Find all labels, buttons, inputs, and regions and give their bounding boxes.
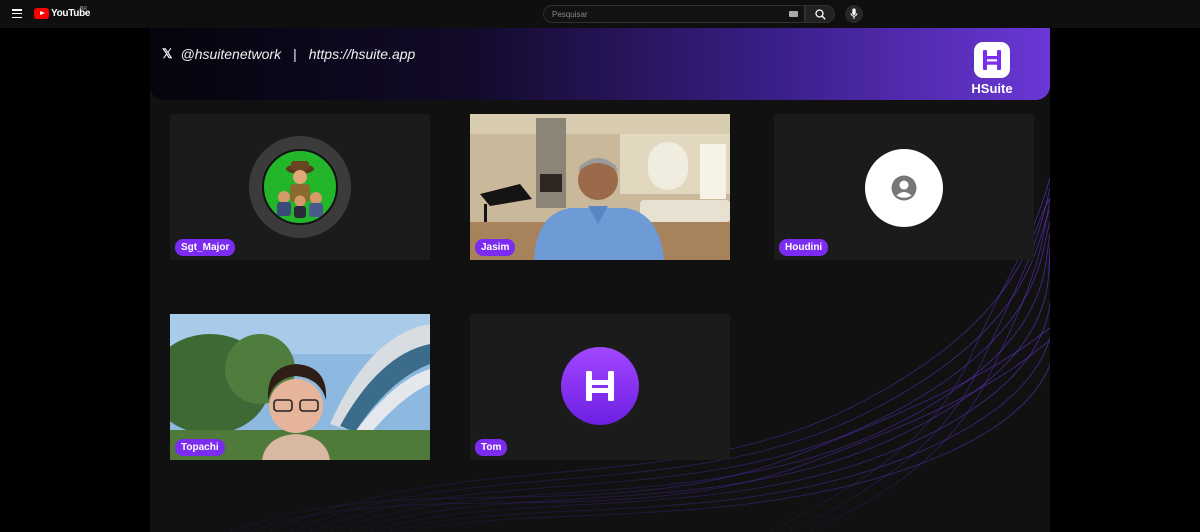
x-handle: @hsuitenetwork [180, 46, 282, 62]
x-logo-icon: 𝕏 [162, 46, 173, 61]
hsuite-banner: 𝕏 @hsuitenetwork | https://hsuite.app HS… [150, 28, 1050, 100]
cartoon-avatar-image [262, 149, 338, 225]
region-code: BR [80, 6, 87, 12]
voice-search-button[interactable] [845, 5, 863, 23]
hsuite-logo-icon [974, 42, 1010, 78]
hsuite-logo-icon [586, 371, 614, 401]
participant-tile-jasim[interactable]: Jasim [470, 114, 730, 260]
search-input[interactable] [552, 8, 782, 20]
hsuite-avatar [561, 347, 639, 425]
participant-tile-tom[interactable]: Tom [470, 314, 730, 460]
search-box [543, 5, 805, 23]
default-avatar [865, 149, 943, 227]
youtube-play-icon [34, 8, 49, 19]
video-stage[interactable]: 𝕏 @hsuitenetwork | https://hsuite.app HS… [150, 28, 1050, 532]
participant-tile-houdini[interactable]: Houdini [774, 114, 1034, 260]
participant-name-badge: Tom [475, 439, 508, 456]
hsuite-brand: HSuite [971, 42, 1013, 96]
avatar [249, 136, 351, 238]
microphone-icon [850, 8, 858, 19]
separator: | [293, 46, 297, 62]
participant-tile-sgt-major[interactable]: Sgt_Major [170, 114, 430, 260]
participant-name-badge: Sgt_Major [175, 239, 236, 256]
menu-icon[interactable] [12, 9, 22, 18]
website-url: https://hsuite.app [308, 46, 416, 62]
participant-name-badge: Topachi [175, 439, 225, 456]
user-icon [891, 175, 917, 201]
keyboard-icon[interactable] [789, 11, 798, 17]
youtube-top-bar: YouTube BR [0, 0, 1200, 28]
search-icon [815, 9, 826, 20]
webcam-video-living-room [470, 114, 730, 260]
participant-name-badge: Houdini [779, 239, 829, 256]
social-links: 𝕏 @hsuitenetwork | https://hsuite.app [162, 46, 415, 62]
hsuite-brand-name: HSuite [971, 81, 1013, 96]
participant-tile-topachi[interactable]: Topachi [170, 314, 430, 460]
participant-name-badge: Jasim [475, 239, 516, 256]
search-button[interactable] [805, 5, 835, 23]
